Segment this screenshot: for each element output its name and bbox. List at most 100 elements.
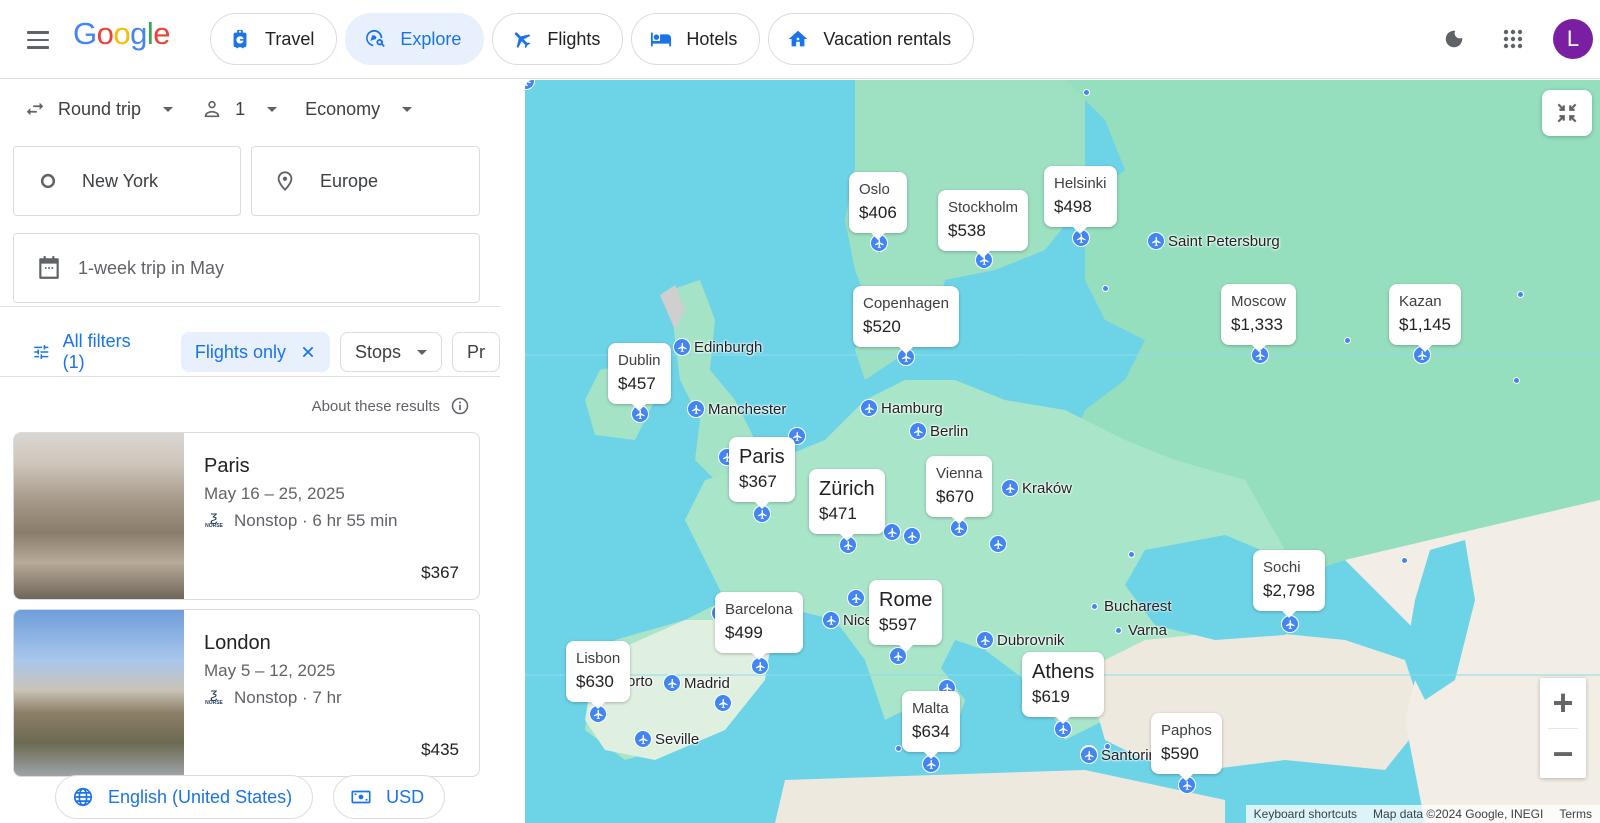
origin-circle-icon xyxy=(40,173,56,189)
destination-photo xyxy=(14,610,184,776)
product-nav: Travel Explore Flights Hotels Vacation r… xyxy=(210,13,975,65)
airport-pin-icon xyxy=(663,674,681,692)
person-icon xyxy=(204,100,220,118)
language-button[interactable]: English (United States) xyxy=(55,775,314,819)
dates-value: 1-week trip in May xyxy=(78,257,225,278)
keyboard-shortcuts-link[interactable]: Keyboard shortcuts xyxy=(1246,805,1365,823)
city-dot-icon[interactable] xyxy=(1401,557,1408,564)
house-icon xyxy=(789,30,808,47)
tab-hotels[interactable]: Hotels xyxy=(631,13,761,65)
airport-pin-icon xyxy=(634,730,652,748)
price-bubble[interactable]: Zürich $471 xyxy=(809,469,885,541)
airport-label-edinburgh[interactable]: Edinburgh xyxy=(673,338,762,356)
city-label-bucharest[interactable]: Bucharest xyxy=(1091,598,1172,615)
airline-logo-icon: ƺ NORSE xyxy=(205,508,223,529)
chevron-down-icon xyxy=(402,106,413,112)
price-bubble[interactable]: Athens $619 xyxy=(1022,652,1105,724)
divider xyxy=(0,376,500,377)
price-bubble[interactable]: Dublin $457 xyxy=(608,343,671,411)
price-bubble[interactable]: Paris $367 xyxy=(729,437,795,509)
destination-input[interactable]: Europe xyxy=(251,146,480,216)
menu-icon-bar xyxy=(27,46,49,49)
tab-explore[interactable]: Explore xyxy=(345,13,485,65)
airport-label-manchester[interactable]: Manchester xyxy=(687,400,786,418)
account-avatar[interactable]: L xyxy=(1553,19,1593,59)
globe-icon xyxy=(73,787,93,807)
city-dot-icon[interactable] xyxy=(1128,551,1135,558)
city-dot-icon[interactable] xyxy=(1104,743,1111,750)
price-bubble[interactable]: Rome $597 xyxy=(869,580,943,652)
price-bubble[interactable]: Stockholm $538 xyxy=(938,190,1029,258)
currency-button[interactable]: USD xyxy=(333,775,446,819)
flight-icon xyxy=(515,32,531,49)
city-dot-icon[interactable] xyxy=(1344,337,1351,344)
price-bubble[interactable]: Moscow $1,333 xyxy=(1221,284,1297,352)
airport-pin[interactable] xyxy=(714,694,732,712)
airport-label-krakow[interactable]: Kraków xyxy=(1001,479,1072,497)
price-bubble[interactable]: Malta $634 xyxy=(902,691,960,759)
airport-pin[interactable] xyxy=(883,523,901,541)
exit-fullscreen-button[interactable] xyxy=(1542,90,1592,136)
google-logo[interactable]: Google xyxy=(73,16,171,52)
price-bubble[interactable]: Kazan $1,145 xyxy=(1389,284,1461,352)
airport-pin-icon xyxy=(860,399,878,417)
trip-options: Round trip 1 Economy xyxy=(24,98,440,120)
tab-vacation-rentals[interactable]: Vacation rentals xyxy=(768,13,975,65)
origin-input[interactable]: New York xyxy=(13,146,241,216)
price-bubble[interactable]: Vienna $670 xyxy=(926,456,993,524)
zoom-out-button[interactable]: − xyxy=(1540,729,1586,779)
zoom-in-button[interactable]: + xyxy=(1540,678,1586,728)
price-bubble[interactable]: Paphos $590 xyxy=(1151,713,1222,781)
airport-label-hamburg[interactable]: Hamburg xyxy=(860,399,943,417)
airport-label-seville[interactable]: Seville xyxy=(634,730,699,748)
airport-pin-icon xyxy=(687,400,705,418)
trip-type-select[interactable]: Round trip xyxy=(24,98,174,120)
airport-pin[interactable] xyxy=(903,527,921,545)
passengers-select[interactable]: 1 xyxy=(201,98,278,120)
tab-flights[interactable]: Flights xyxy=(492,13,624,65)
airport-label-berlin[interactable]: Berlin xyxy=(909,422,968,440)
result-card[interactable]: London May 5 – 12, 2025 ƺ NORSE Nonstop ·… xyxy=(13,609,480,777)
city-dot-icon[interactable] xyxy=(895,745,902,752)
price-bubble[interactable]: Copenhagen $520 xyxy=(853,286,959,354)
airport-pin-milan[interactable] xyxy=(847,589,865,607)
result-flight-info: Nonstop · 7 hr xyxy=(234,688,342,707)
city-label-varna[interactable]: Varna xyxy=(1115,622,1167,639)
main-menu-button[interactable] xyxy=(22,24,54,56)
zoom-controls: + − xyxy=(1540,678,1586,778)
airport-label-nice[interactable]: Nice xyxy=(822,611,873,629)
flights-only-chip[interactable]: Flights only xyxy=(180,332,330,372)
price-filter[interactable]: Pr xyxy=(452,332,500,372)
dark-theme-toggle[interactable] xyxy=(1434,19,1474,59)
origin-value: New York xyxy=(82,170,159,191)
airport-label-santorini[interactable]: Santorini xyxy=(1080,746,1160,764)
price-bubble[interactable]: Barcelona $499 xyxy=(715,592,803,660)
terms-link[interactable]: Terms xyxy=(1551,805,1600,823)
divider xyxy=(0,306,500,307)
stops-filter[interactable]: Stops xyxy=(339,332,442,372)
dates-input[interactable]: 1-week trip in May xyxy=(13,233,480,303)
airport-label-saint-petersburg[interactable]: Saint Petersburg xyxy=(1147,232,1280,250)
close-icon[interactable] xyxy=(300,344,316,360)
airport-pin[interactable] xyxy=(989,535,1007,553)
price-bubble[interactable]: Oslo $406 xyxy=(849,172,907,240)
city-dot-icon[interactable] xyxy=(1517,291,1524,298)
airport-label-dubrovnik[interactable]: Dubrovnik xyxy=(976,631,1065,649)
tab-travel[interactable]: Travel xyxy=(210,13,338,65)
about-results-link[interactable]: About these results xyxy=(312,396,470,416)
airport-label-madrid[interactable]: Madrid xyxy=(663,674,730,692)
about-results-label: About these results xyxy=(311,397,440,415)
map-attribution: Keyboard shortcuts Map data ©2024 Google… xyxy=(1245,805,1600,823)
city-dot-icon[interactable] xyxy=(1102,285,1109,292)
result-card[interactable]: Paris May 16 – 25, 2025 ƺ NORSE Nonstop ·… xyxy=(13,432,480,600)
explore-map[interactable]: Saint Petersburg Edinburgh Manchester Ha… xyxy=(525,80,1600,823)
result-dates: May 5 – 12, 2025 xyxy=(204,661,336,680)
all-filters-button[interactable]: All filters (1) xyxy=(32,331,151,373)
cabin-class-select[interactable]: Economy xyxy=(305,99,413,120)
google-apps-button[interactable] xyxy=(1493,19,1533,59)
price-bubble[interactable]: Lisbon $630 xyxy=(566,641,631,709)
city-dot-icon[interactable] xyxy=(1513,377,1520,384)
price-bubble[interactable]: Helsinki $498 xyxy=(1044,166,1117,234)
city-dot-icon[interactable] xyxy=(1083,89,1090,96)
price-bubble[interactable]: Sochi $2,798 xyxy=(1253,550,1325,618)
